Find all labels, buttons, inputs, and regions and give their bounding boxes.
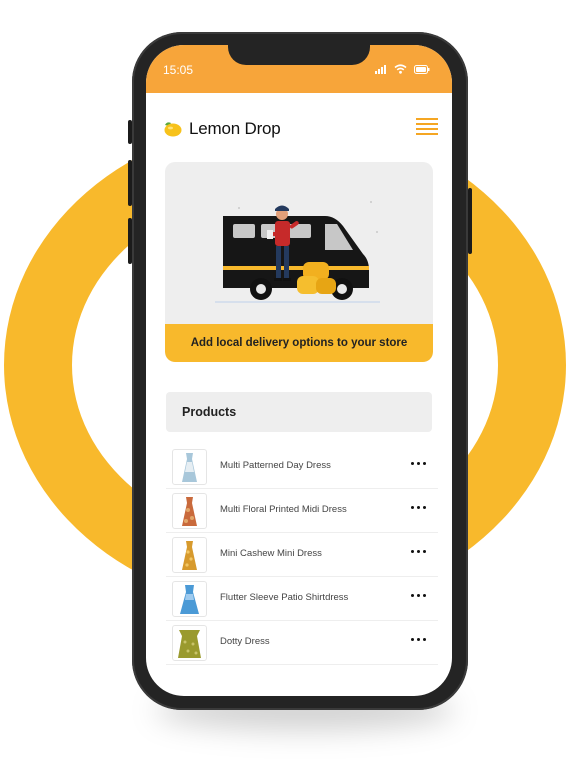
phone-screen: 15:05 Lemon Drop Add local delivery opti…	[146, 45, 452, 696]
app-header: Lemon Drop	[146, 111, 452, 147]
signal-icon	[375, 64, 386, 74]
products-header: Products	[166, 392, 432, 432]
products-title: Products	[182, 405, 237, 419]
product-name: Multi Floral Printed Midi Dress	[220, 504, 347, 515]
product-row[interactable]: Flutter Sleeve Patio Shirtdress	[166, 577, 438, 621]
brand[interactable]: Lemon Drop	[161, 119, 281, 139]
decorative-dots	[92, 556, 122, 582]
stage: 15:05 Lemon Drop Add local delivery opti…	[0, 0, 586, 764]
product-name: Dotty Dress	[220, 636, 270, 647]
more-options-icon[interactable]	[411, 638, 426, 641]
product-list: Multi Patterned Day Dress Multi Floral P…	[166, 445, 438, 665]
product-row[interactable]: Dotty Dress	[166, 621, 438, 665]
product-name: Mini Cashew Mini Dress	[220, 548, 322, 559]
delivery-promo-card[interactable]: Add local delivery options to your store	[165, 162, 433, 362]
delivery-van-illustration	[215, 201, 380, 303]
dress-thumbnail-icon	[172, 537, 207, 573]
power-button	[468, 188, 472, 254]
mute-switch	[128, 120, 132, 144]
volume-down-button	[128, 218, 132, 264]
more-options-icon[interactable]	[411, 506, 426, 509]
notch	[228, 45, 370, 65]
more-options-icon[interactable]	[411, 462, 426, 465]
product-name: Multi Patterned Day Dress	[220, 460, 331, 471]
product-row[interactable]: Multi Floral Printed Midi Dress	[166, 489, 438, 533]
volume-up-button	[128, 160, 132, 206]
battery-icon	[414, 64, 430, 74]
product-name: Flutter Sleeve Patio Shirtdress	[220, 592, 349, 603]
status-time: 15:05	[163, 63, 194, 77]
lemon-icon	[164, 122, 182, 137]
product-row[interactable]: Mini Cashew Mini Dress	[166, 533, 438, 577]
dress-thumbnail-icon	[172, 581, 207, 617]
add-local-delivery-button[interactable]: Add local delivery options to your store	[165, 324, 433, 362]
status-icons	[375, 64, 430, 74]
hamburger-menu-icon[interactable]	[416, 118, 438, 138]
product-row[interactable]: Multi Patterned Day Dress	[166, 445, 438, 489]
dress-thumbnail-icon	[172, 449, 207, 485]
brand-name: Lemon Drop	[189, 119, 281, 138]
more-options-icon[interactable]	[411, 550, 426, 553]
dress-thumbnail-icon	[172, 625, 207, 661]
wifi-icon	[394, 64, 407, 74]
phone-frame: 15:05 Lemon Drop Add local delivery opti…	[128, 32, 472, 710]
dress-thumbnail-icon	[172, 493, 207, 529]
more-options-icon[interactable]	[411, 594, 426, 597]
